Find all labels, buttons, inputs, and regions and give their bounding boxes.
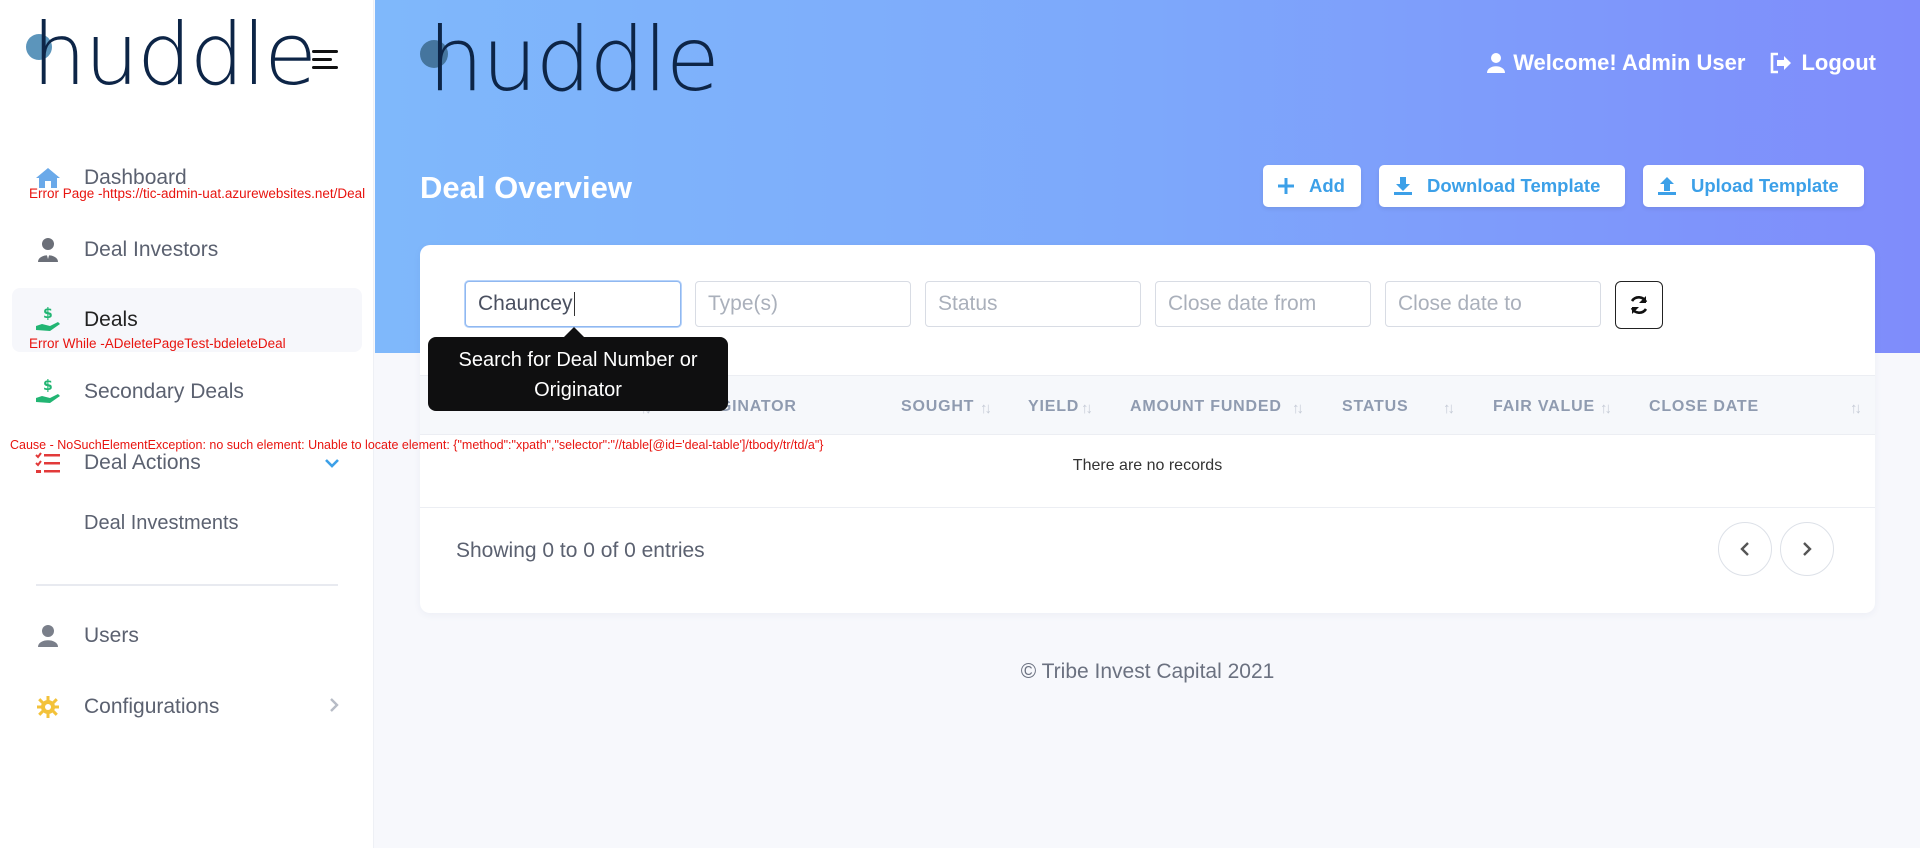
gear-icon [34,693,62,721]
refresh-icon [1630,296,1648,314]
column-yield[interactable]: YIELD [1028,398,1079,416]
upload-icon [1658,177,1676,195]
upload-label: Upload Template [1691,175,1839,196]
text-caret [573,292,575,316]
chevron-right-icon [1803,542,1812,556]
user-menu: Welcome! Admin User Logout [1463,50,1876,76]
sidebar-item-configurations[interactable]: Configurations [12,675,362,739]
logout-text: Logout [1801,50,1876,75]
hand-dollar-icon: $ [34,378,62,406]
search-value: Chauncey [478,292,573,315]
svg-text:$: $ [43,378,53,394]
sidebar-item-deal-investors[interactable]: Deal Investors [12,218,362,282]
chevron-down-icon [324,453,340,474]
column-status[interactable]: STATUS [1342,398,1408,416]
close-date-to-input[interactable]: Close date to [1385,281,1601,327]
sidebar-item-label: Deals [84,308,138,331]
add-label: Add [1309,175,1345,196]
close-to-placeholder: Close date to [1398,292,1522,315]
tasks-icon [34,449,62,477]
sidebar-subitem-deal-investments[interactable]: Deal Investments [84,512,239,535]
sidebar-divider [36,584,338,586]
types-placeholder: Type(s) [708,292,779,315]
welcome-text: Welcome! Admin User [1513,50,1746,75]
brand-logo[interactable]: huddle [26,12,317,98]
header-logo[interactable]: huddle [420,16,720,106]
sort-icon: ↑↓ [1850,400,1862,417]
tooltip-line2: Originator [534,379,622,401]
error-while-text: Error While -ADeletePageTest-bdeleteDeal [29,336,286,351]
chevron-left-icon [1740,542,1749,556]
column-fair-value[interactable]: FAIR VALUE [1493,398,1595,416]
investor-icon [34,236,62,264]
error-cause-text: Cause - NoSuchElementException: no such … [10,438,824,452]
tooltip-line1: Search for Deal Number or [458,349,698,371]
deals-card: Chauncey Type(s) Status Close date from … [420,245,1875,613]
footer-copyright: © Tribe Invest Capital 2021 [1020,660,1275,683]
empty-table-message: There are no records [1072,457,1223,474]
user-icon [34,622,62,650]
close-date-from-input[interactable]: Close date from [1155,281,1371,327]
next-page-button[interactable] [1780,522,1834,576]
upload-template-button[interactable]: Upload Template [1643,165,1864,207]
status-select[interactable]: Status [925,281,1141,327]
entries-info: Showing 0 to 0 of 0 entries [456,539,705,562]
search-input[interactable]: Chauncey [465,281,681,327]
refresh-button[interactable] [1615,281,1663,329]
download-template-button[interactable]: Download Template [1379,165,1625,207]
download-icon [1394,177,1412,195]
sort-icon: ↑↓ [980,400,992,417]
user-icon [1487,53,1506,73]
sidebar-item-label: Deal Investors [84,238,219,261]
sort-icon: ↑↓ [1443,400,1455,417]
welcome-user[interactable]: Welcome! Admin User [1487,50,1745,76]
svg-text:$: $ [43,306,53,322]
sidebar-item-label: Deal Actions [84,451,201,474]
chevron-right-icon [328,697,340,718]
types-select[interactable]: Type(s) [695,281,911,327]
status-placeholder: Status [938,292,998,315]
sidebar-item-label: Configurations [84,695,220,718]
sidebar-item-label: Secondary Deals [84,380,244,403]
close-from-placeholder: Close date from [1168,292,1317,315]
logo-text: huddle [32,5,317,105]
sidebar-item-secondary-deals[interactable]: $ Secondary Deals [12,360,362,424]
error-page-text: Error Page -https://tic-admin-uat.azurew… [29,186,366,201]
sort-icon: ↑↓ [1292,400,1304,417]
hand-dollar-icon: $ [34,306,62,334]
sidebar-item-label: Users [84,624,139,647]
column-close-date[interactable]: CLOSE DATE [1649,398,1759,416]
logo-text: huddle [428,8,720,111]
column-amount-funded[interactable]: AMOUNT FUNDED [1130,398,1282,416]
sort-icon: ↑↓ [1081,400,1093,417]
sidebar-item-users[interactable]: Users [12,604,362,668]
logout-icon [1771,52,1792,74]
sidebar: huddle Dashboard Deal Investors $ Deals … [0,0,374,848]
search-tooltip: Search for Deal Number or Originator [428,327,728,411]
plus-icon [1278,178,1294,194]
menu-toggle-icon[interactable] [312,50,338,70]
column-sought[interactable]: SOUGHT [901,398,974,416]
previous-page-button[interactable] [1718,522,1772,576]
sort-icon: ↑↓ [1600,400,1612,417]
download-label: Download Template [1427,175,1601,196]
page-title: Deal Overview [420,170,632,205]
logout-link[interactable]: Logout [1769,50,1876,76]
table-divider [420,507,1875,508]
add-button[interactable]: Add [1263,165,1361,207]
